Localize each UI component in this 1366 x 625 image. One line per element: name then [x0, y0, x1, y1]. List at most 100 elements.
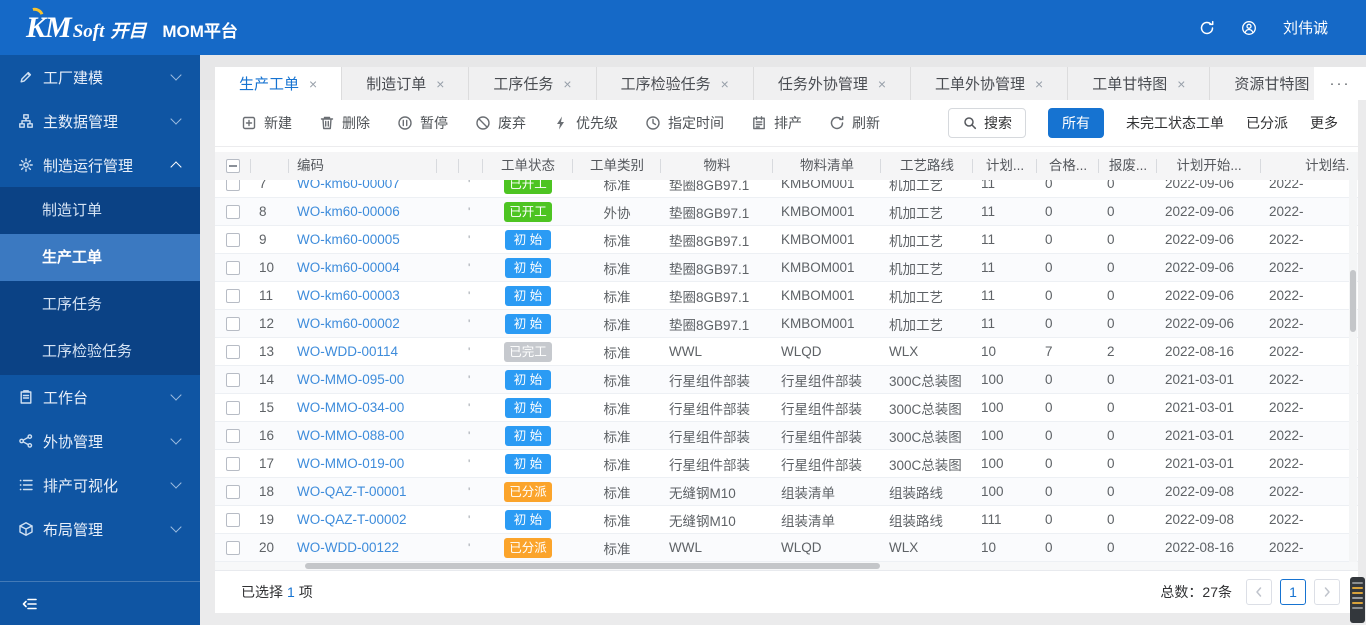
row-checkbox[interactable]: [226, 288, 240, 303]
table-row[interactable]: 9 WO-km60-00005 初 始 标准 垫圈8GB97.1 KMBOM001 机加工艺…: [215, 226, 1358, 254]
row-checkbox[interactable]: [226, 316, 240, 331]
table-row[interactable]: 14 WO-MMO-095-00 初 始 标准 行星组件部装 行星组件部装 300C总装图 1…: [215, 366, 1358, 394]
workorder-code-link[interactable]: WO-QAZ-T-00001: [297, 484, 407, 499]
cell-start: 2022-09-06: [1165, 288, 1235, 303]
workorder-code-link[interactable]: WO-WDD-00114: [297, 344, 398, 359]
table-row[interactable]: 10 WO-km60-00004 初 始 标准 垫圈8GB97.1 KMBOM001 机加工…: [215, 254, 1358, 282]
sidebar-item-scheduling-visual[interactable]: 排产可视化: [0, 463, 200, 507]
filter-dispatched-button[interactable]: 已分派: [1246, 113, 1288, 133]
close-icon[interactable]: ×: [1177, 76, 1185, 92]
sidebar-item-layout-management[interactable]: 布局管理: [0, 507, 200, 551]
close-icon[interactable]: ×: [878, 76, 886, 92]
workorder-code-link[interactable]: WO-km60-00007: [297, 180, 400, 191]
row-checkbox[interactable]: [226, 428, 240, 443]
schedule-button[interactable]: 排产: [751, 113, 802, 133]
workorder-code-link[interactable]: WO-QAZ-T-00002: [297, 512, 407, 527]
close-icon[interactable]: ×: [309, 76, 317, 92]
workorder-code-link[interactable]: WO-km60-00005: [297, 232, 400, 247]
close-icon[interactable]: ×: [436, 76, 444, 92]
row-checkbox[interactable]: [226, 484, 240, 499]
sidebar-subitem-manufacturing-order[interactable]: 制造订单: [0, 187, 200, 234]
sidebar-item-outsourcing[interactable]: 外协管理: [0, 419, 200, 463]
row-checkbox[interactable]: [226, 456, 240, 471]
cell-plan: 10: [981, 344, 997, 359]
workorder-code-link[interactable]: WO-MMO-034-00: [297, 400, 404, 415]
sidebar-subitem-operation-inspection-task[interactable]: 工序检验任务: [0, 328, 200, 375]
table-row[interactable]: 18 WO-QAZ-T-00001 已分派 标准 无缝钢M10 组装清单 组装路线 100 0 0…: [215, 478, 1358, 506]
table-row[interactable]: 17 WO-MMO-019-00 初 始 标准 行星组件部装 行星组件部装 300C总装图 1…: [215, 450, 1358, 478]
select-all-checkbox[interactable]: [226, 159, 240, 173]
select-all-header[interactable]: [215, 152, 251, 180]
previous-page-button[interactable]: [1246, 579, 1272, 605]
workorder-table: 编码 工单状态 工单类别 物料 物料清单 工艺路线 计划... 合格... 报废... 计划开始.…: [215, 152, 1358, 562]
table-row[interactable]: 8 WO-km60-00006 已开工 外协 垫圈8GB97.1 KMBOM001 机加工艺…: [215, 198, 1358, 226]
workorder-code-link[interactable]: WO-WDD-00122: [297, 540, 399, 555]
horizontal-scrollbar-thumb[interactable]: [305, 563, 880, 569]
workorder-code-link[interactable]: WO-km60-00003: [297, 288, 400, 303]
more-tabs-button[interactable]: ···: [1314, 67, 1366, 100]
workorder-code-link[interactable]: WO-MMO-088-00: [297, 428, 404, 443]
row-checkbox[interactable]: [226, 344, 240, 359]
cell-num: 7: [259, 180, 267, 191]
table-row[interactable]: 15 WO-MMO-034-00 初 始 标准 行星组件部装 行星组件部装 300C总装图 1…: [215, 394, 1358, 422]
discard-button[interactable]: 废弃: [475, 113, 526, 133]
status-badge: 初 始: [505, 285, 551, 306]
tab-workorder-outsourcing[interactable]: 工单外协管理 ×: [911, 67, 1069, 100]
delete-button[interactable]: 删除: [319, 113, 370, 133]
refresh-icon[interactable]: [1199, 20, 1215, 36]
filter-all-button[interactable]: 所有: [1048, 108, 1104, 138]
row-checkbox[interactable]: [226, 512, 240, 527]
sidebar-subitem-operation-task[interactable]: 工序任务: [0, 281, 200, 328]
close-icon[interactable]: ×: [721, 76, 729, 92]
cell-type: 标准: [603, 513, 631, 529]
table-row[interactable]: 11 WO-km60-00003 初 始 标准 垫圈8GB97.1 KMBOM001 机加工…: [215, 282, 1358, 310]
tab-task-outsourcing[interactable]: 任务外协管理 ×: [753, 67, 912, 100]
tab-manufacturing-order[interactable]: 制造订单 ×: [342, 67, 470, 100]
tab-workorder-gantt[interactable]: 工单甘特图 ×: [1068, 67, 1211, 100]
close-icon[interactable]: ×: [1035, 76, 1043, 92]
cell-num: 17: [259, 456, 275, 471]
current-page-button[interactable]: 1: [1280, 579, 1306, 605]
row-checkbox[interactable]: [226, 180, 240, 191]
user-icon[interactable]: [1241, 20, 1257, 36]
close-icon[interactable]: ×: [563, 76, 571, 92]
next-page-button[interactable]: [1314, 579, 1340, 605]
sidebar-subitem-production-workorder[interactable]: 生产工单: [0, 234, 200, 281]
table-row[interactable]: 13 WO-WDD-00114 已完工 标准 WWL WLQD WLX 10 7 2 2022-08…: [215, 338, 1358, 366]
row-checkbox[interactable]: [226, 204, 240, 219]
sidebar-item-master-data[interactable]: 主数据管理: [0, 99, 200, 143]
sidebar-item-manufacturing-ops[interactable]: 制造运行管理: [0, 143, 200, 187]
set-time-button[interactable]: 指定时间: [645, 113, 724, 133]
workorder-code-link[interactable]: WO-km60-00004: [297, 260, 400, 275]
cell-gap1: [437, 338, 459, 365]
sidebar-item-factory-modeling[interactable]: 工厂建模: [0, 55, 200, 99]
refresh-button[interactable]: 刷新: [829, 113, 880, 133]
row-checkbox[interactable]: [226, 372, 240, 387]
pause-button[interactable]: 暂停: [397, 113, 448, 133]
filter-more-button[interactable]: 更多: [1310, 113, 1338, 133]
workorder-code-link[interactable]: WO-MMO-019-00: [297, 456, 404, 471]
search-button[interactable]: 搜索: [948, 108, 1026, 138]
workorder-code-link[interactable]: WO-MMO-095-00: [297, 372, 404, 387]
table-row[interactable]: 12 WO-km60-00002 初 始 标准 垫圈8GB97.1 KMBOM001 机加工…: [215, 310, 1358, 338]
filter-unfinished-button[interactable]: 未完工状态工单: [1126, 113, 1224, 133]
row-checkbox[interactable]: [226, 232, 240, 247]
table-row[interactable]: 16 WO-MMO-088-00 初 始 标准 行星组件部装 行星组件部装 300C总装图 1…: [215, 422, 1358, 450]
priority-button[interactable]: 优先级: [553, 113, 618, 133]
new-button[interactable]: 新建: [241, 113, 292, 133]
table-row[interactable]: 19 WO-QAZ-T-00002 初 始 标准 无缝钢M10 组装清单 组装路线 111 0 0…: [215, 506, 1358, 534]
workorder-code-link[interactable]: WO-km60-00006: [297, 204, 400, 219]
row-checkbox[interactable]: [226, 260, 240, 275]
vertical-scrollbar-thumb[interactable]: [1350, 270, 1356, 332]
table-row[interactable]: 7 WO-km60-00007 已开工 标准 垫圈8GB97.1 KMBOM001 机加工艺…: [215, 180, 1358, 198]
workorder-code-link[interactable]: WO-km60-00002: [297, 316, 400, 331]
collapse-sidebar-icon[interactable]: [22, 596, 38, 612]
sidebar-item-workbench[interactable]: 工作台: [0, 375, 200, 419]
table-row[interactable]: 20 WO-WDD-00122 已分派 标准 WWL WLQD WLX 10 0 0 2022-08…: [215, 534, 1358, 562]
tab-production-workorder[interactable]: 生产工单 ×: [215, 67, 343, 100]
row-checkbox[interactable]: [226, 400, 240, 415]
tab-operation-inspection-task[interactable]: 工序检验任务 ×: [596, 67, 754, 100]
tab-operation-task[interactable]: 工序任务 ×: [469, 67, 597, 100]
corner-minimap-widget[interactable]: [1350, 577, 1365, 623]
row-checkbox[interactable]: [226, 540, 240, 555]
